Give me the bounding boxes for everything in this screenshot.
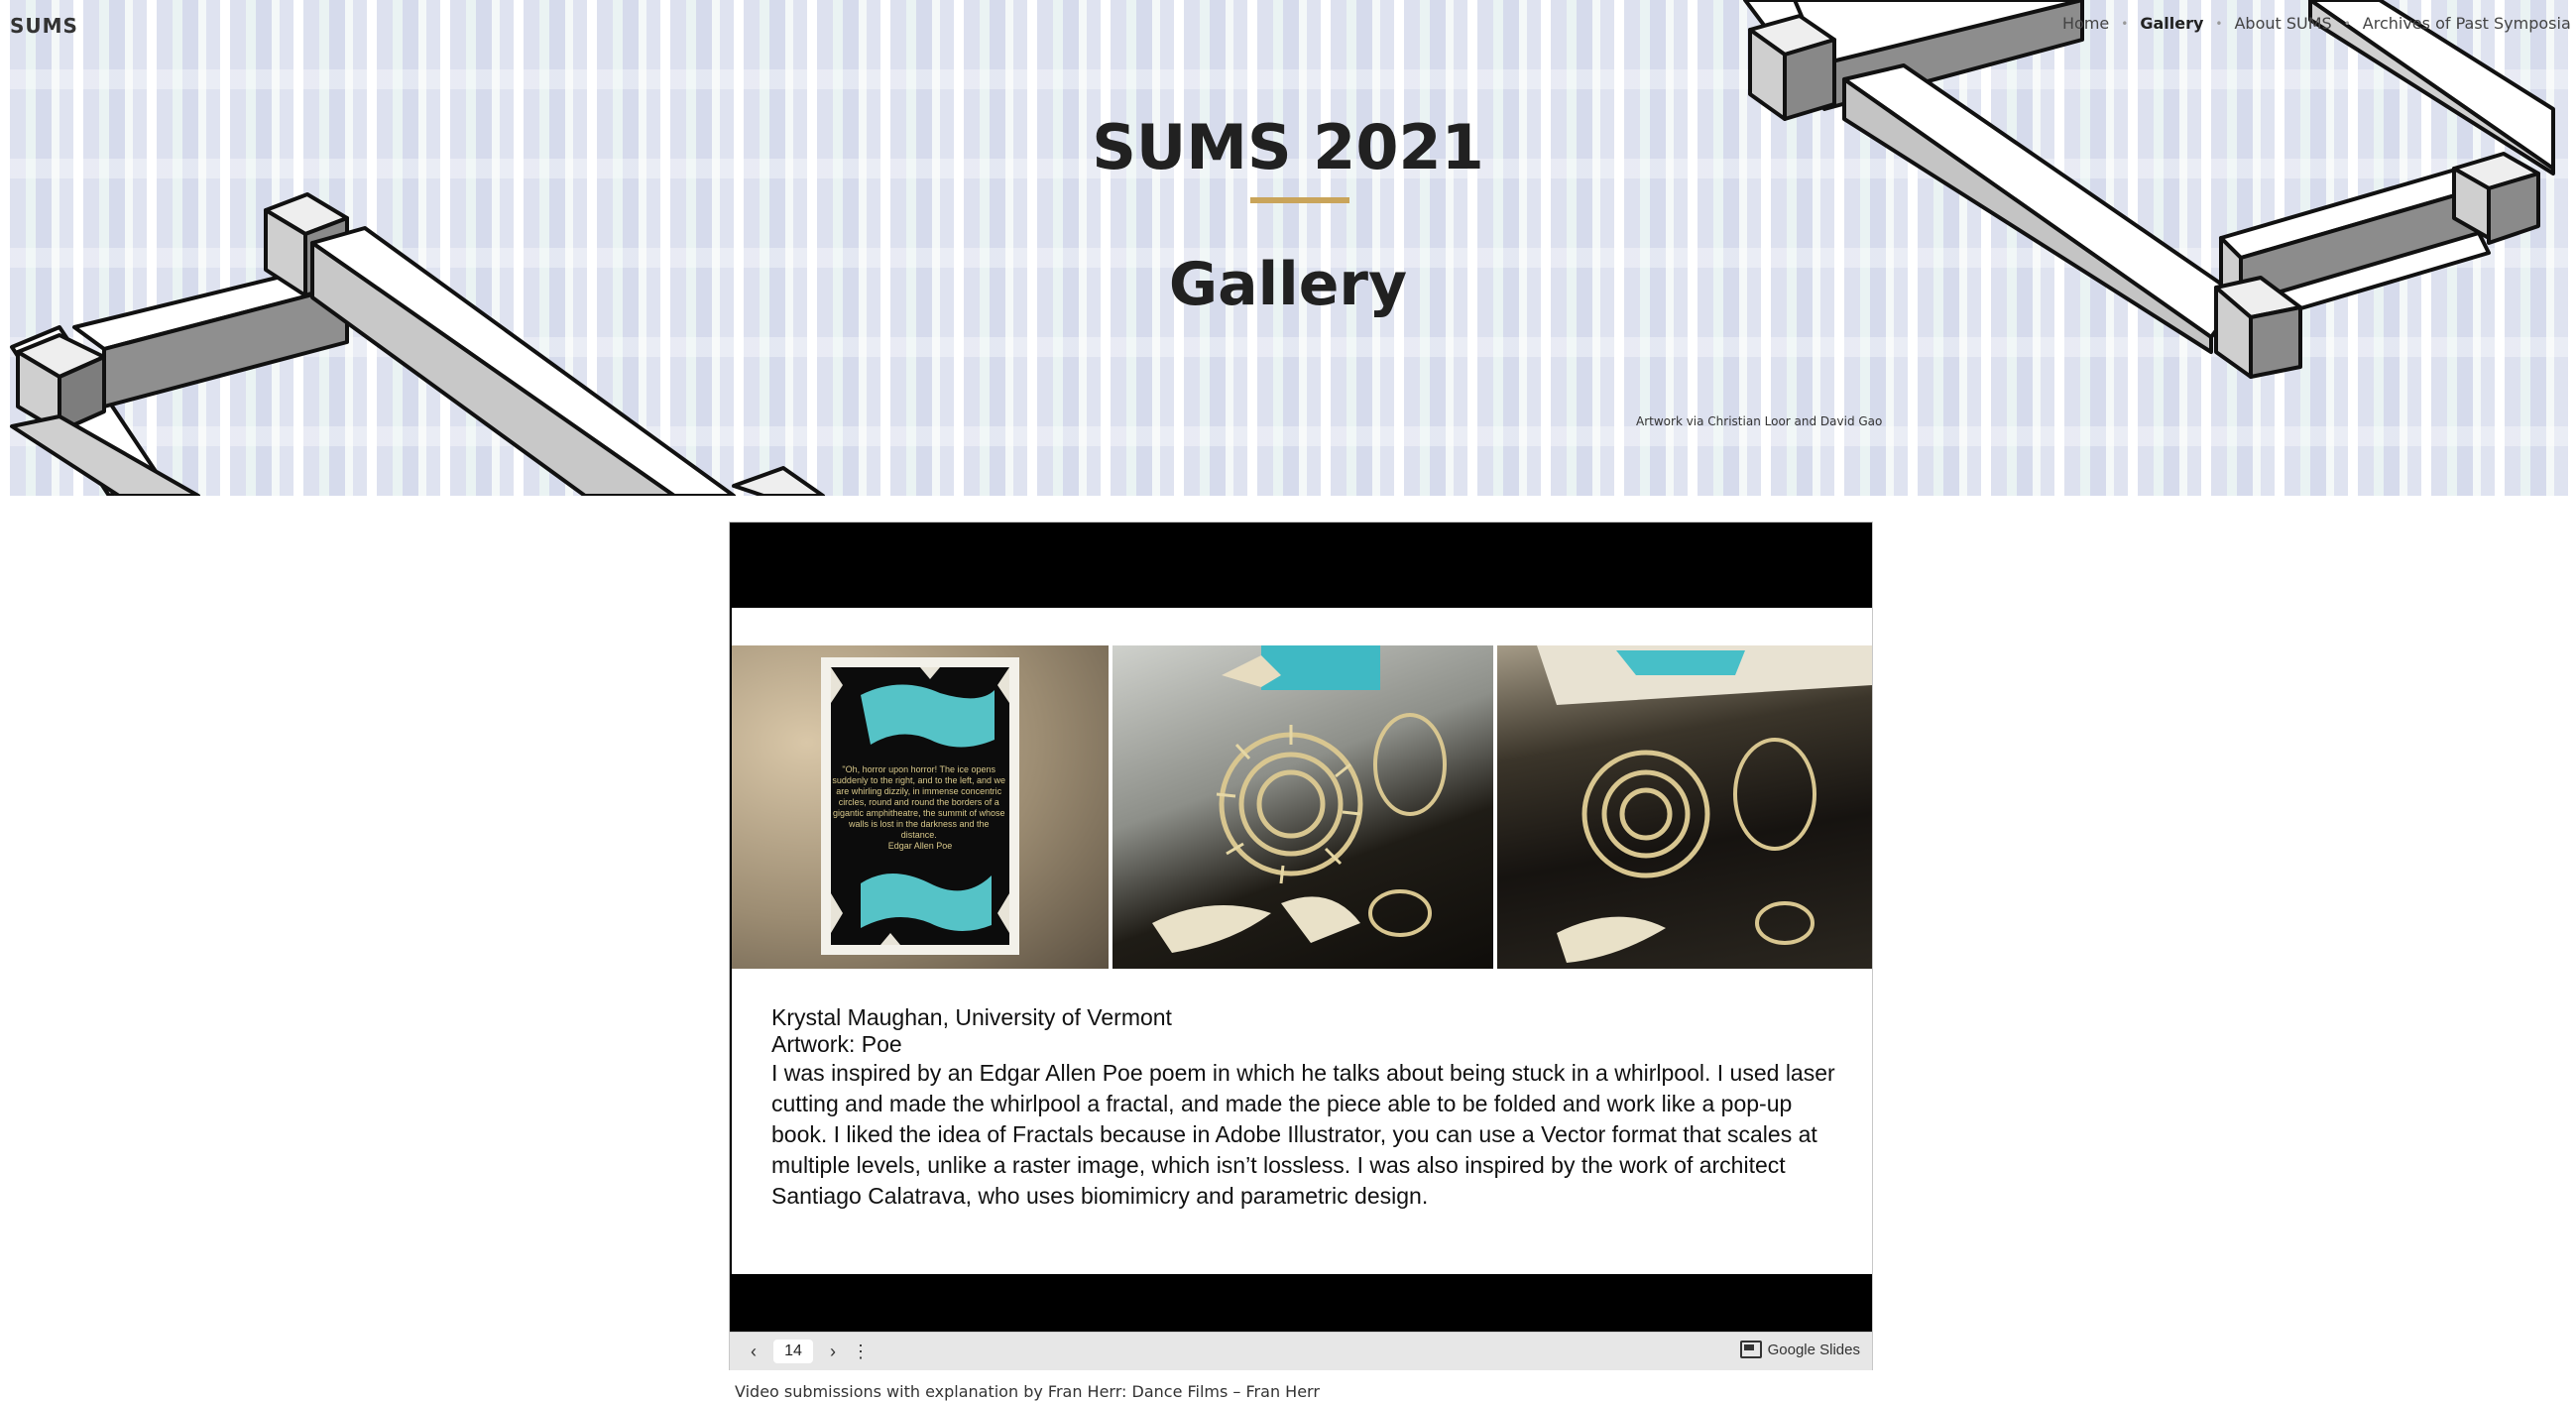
page-title: SUMS 2021 [1092, 111, 1484, 183]
slide-letterbox-top [730, 523, 1872, 608]
poster-art: "Oh, horror upon horror! The ice opens s… [821, 657, 1019, 955]
hero-artwork [10, 0, 2555, 496]
title-divider [1250, 197, 1349, 203]
artwork-photo-whirlpool [1112, 645, 1493, 969]
slides-controls: ‹ 14 › ⋮ Google Slides [730, 1332, 1872, 1370]
chevron-left-icon[interactable]: ‹ [740, 1338, 767, 1365]
artwork-credit: Artwork via Christian Loor and David Gao [1636, 414, 1883, 428]
artist-name: Krystal Maughan, University of Vermont [771, 1004, 1172, 1030]
nav-gallery[interactable]: Gallery [2140, 14, 2203, 33]
page-number[interactable]: 14 [773, 1340, 813, 1363]
nav-about[interactable]: About SUMS [2234, 14, 2331, 33]
nav-home[interactable]: Home [2062, 14, 2109, 33]
google-slides-link[interactable]: Google Slides [1739, 1341, 1860, 1358]
nav-separator: • [2121, 16, 2129, 31]
hero-banner: SUMS Home • Gallery • About SUMS • Archi… [0, 0, 2576, 496]
artwork-title: Artwork: Poe [771, 1031, 902, 1057]
whirlpool-art [1152, 645, 1447, 953]
video-submissions-note: Video submissions with explanation by Fr… [735, 1382, 1320, 1401]
top-nav: Home • Gallery • About SUMS • Archives o… [2062, 14, 2576, 33]
more-vertical-icon[interactable]: ⋮ [847, 1338, 875, 1365]
slide-photos: "Oh, horror upon horror! The ice opens s… [732, 645, 1872, 969]
slides-embed[interactable]: "Oh, horror upon horror! The ice opens s… [729, 522, 1873, 1370]
site-title[interactable]: SUMS [10, 14, 78, 38]
chevron-right-icon[interactable]: › [819, 1338, 847, 1365]
google-slides-label: Google Slides [1767, 1341, 1860, 1358]
page-subtitle: Gallery [1168, 250, 1408, 319]
slide: "Oh, horror upon horror! The ice opens s… [732, 608, 1872, 1274]
artwork-photo-combined [1497, 645, 1872, 969]
slide-caption: Krystal Maughan, University of Vermont A… [771, 1004, 1842, 1212]
artwork-description: I was inspired by an Edgar Allen Poe poe… [771, 1060, 1835, 1209]
slides-icon [1739, 1341, 1762, 1358]
artwork-photo-poster: "Oh, horror upon horror! The ice opens s… [732, 645, 1109, 969]
nav-archives[interactable]: Archives of Past Symposia [2363, 14, 2571, 33]
nav-separator: • [2215, 16, 2223, 31]
combined-art [1537, 645, 1872, 963]
nav-separator: • [2343, 16, 2351, 31]
